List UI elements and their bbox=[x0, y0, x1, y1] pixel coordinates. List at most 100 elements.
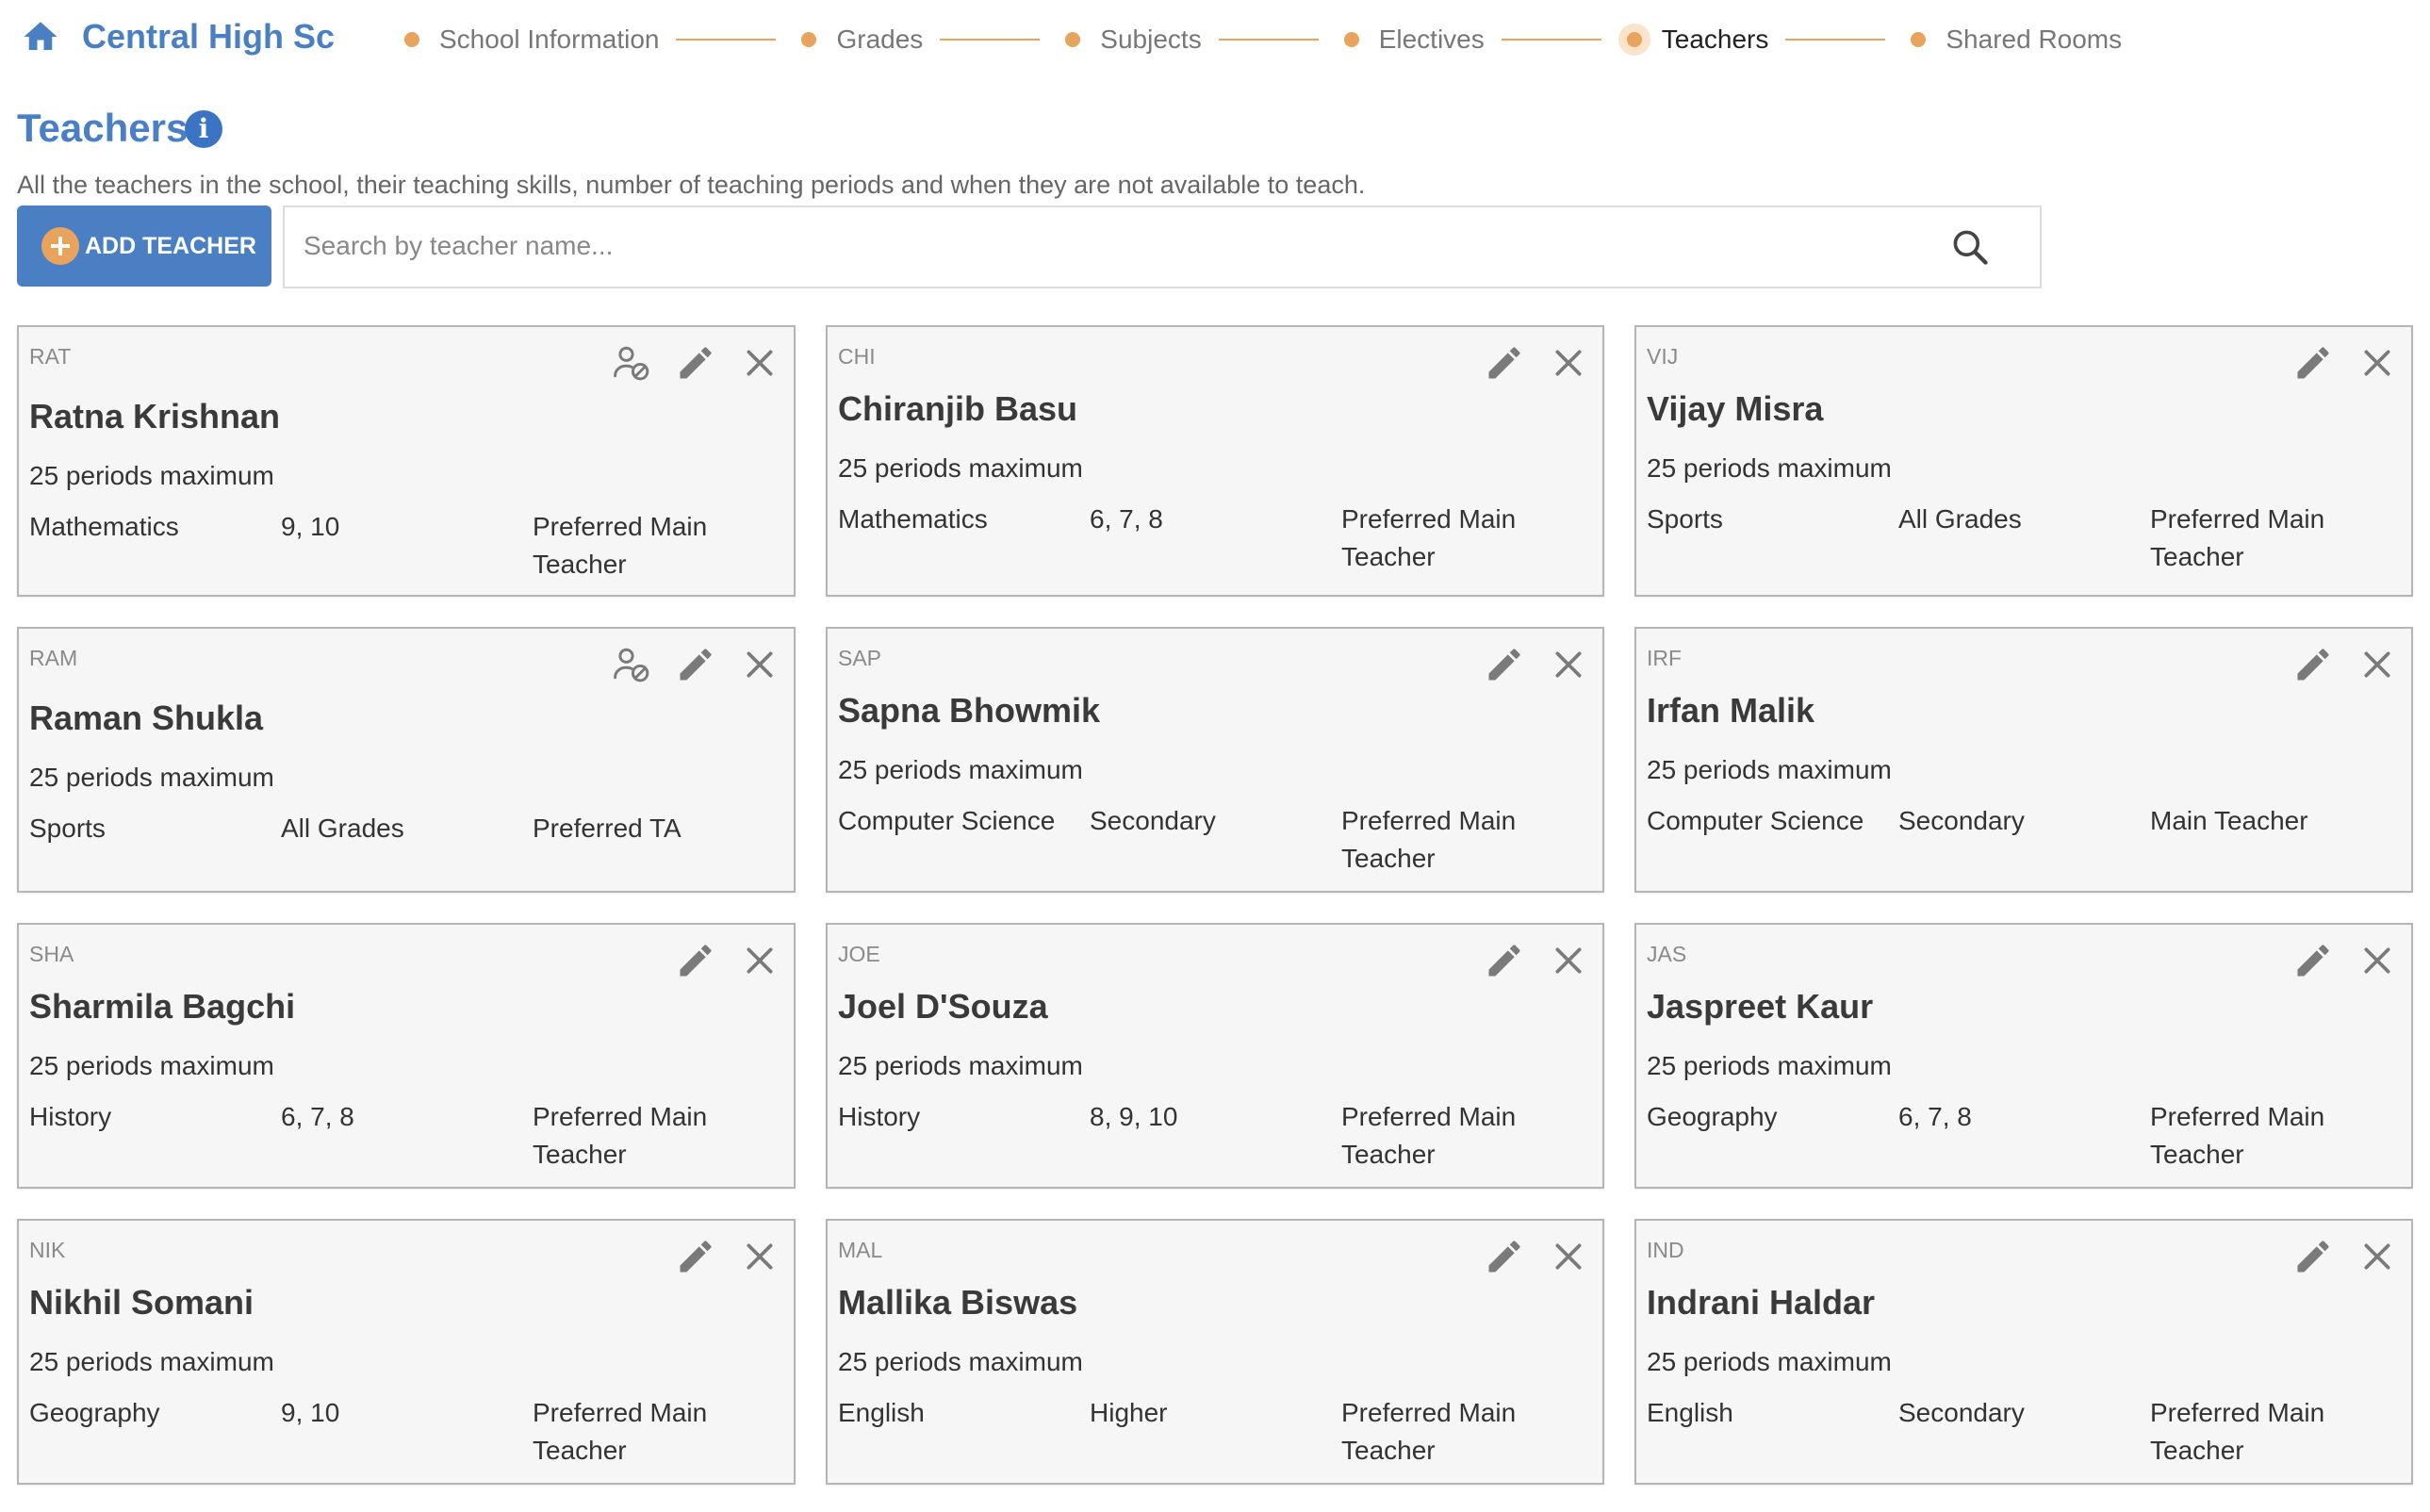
edit-teacher-button[interactable] bbox=[673, 938, 718, 983]
add-teacher-button[interactable]: ADD TEACHER bbox=[17, 205, 271, 287]
teacher-code: JAS bbox=[1647, 942, 1687, 966]
info-icon[interactable]: i bbox=[185, 110, 222, 148]
teacher-role: Preferred TA bbox=[533, 814, 681, 843]
teacher-card-irf[interactable]: IRF Irfan Malik 25 periods maximum Compu… bbox=[1634, 627, 2413, 893]
close-icon bbox=[2364, 947, 2390, 974]
teacher-grades: 6, 7, 8 bbox=[281, 1102, 354, 1131]
edit-teacher-button[interactable] bbox=[1482, 642, 1527, 687]
delete-teacher-button[interactable] bbox=[737, 642, 782, 687]
close-icon bbox=[1555, 651, 1582, 678]
teacher-code: SAP bbox=[838, 646, 882, 670]
teacher-card-ind[interactable]: IND Indrani Haldar 25 periods maximum En… bbox=[1634, 1219, 2413, 1485]
edit-teacher-button[interactable] bbox=[2290, 340, 2336, 386]
edit-teacher-button[interactable] bbox=[673, 1234, 718, 1279]
close-icon bbox=[747, 1243, 773, 1270]
edit-teacher-button[interactable] bbox=[2290, 642, 2336, 687]
teacher-card-vij[interactable]: VIJ Vijay Misra 25 periods maximum Sport… bbox=[1634, 325, 2413, 597]
step-dot-active bbox=[1617, 24, 1650, 56]
teacher-role: Preferred Main Teacher bbox=[533, 1398, 708, 1465]
teacher-card-jas[interactable]: JAS Jaspreet Kaur 25 periods maximum Geo… bbox=[1634, 923, 2413, 1189]
step-subjects[interactable]: Subjects bbox=[1057, 24, 1202, 56]
availability-button[interactable] bbox=[609, 340, 654, 386]
edit-teacher-button[interactable] bbox=[1482, 1234, 1527, 1279]
teacher-card-chi[interactable]: CHI Chiranjib Basu 25 periods maximum Ma… bbox=[826, 325, 1604, 597]
pencil-icon bbox=[1488, 347, 1520, 379]
step-connector bbox=[1785, 39, 1886, 41]
teacher-name: Jaspreet Kaur bbox=[1647, 987, 1874, 1026]
home-icon[interactable] bbox=[19, 17, 62, 57]
teacher-code: CHI bbox=[838, 344, 876, 369]
delete-teacher-button[interactable] bbox=[2355, 642, 2400, 687]
teacher-periods: 25 periods maximum bbox=[1647, 453, 1892, 483]
teacher-subject: History bbox=[29, 1102, 112, 1131]
close-icon bbox=[2364, 651, 2390, 678]
pencil-icon bbox=[680, 1241, 712, 1273]
teacher-grades: Secondary bbox=[1898, 1398, 2025, 1427]
teacher-role: Preferred Main Teacher bbox=[2150, 504, 2325, 571]
step-connector bbox=[1501, 39, 1601, 41]
delete-teacher-button[interactable] bbox=[2355, 1234, 2400, 1279]
delete-teacher-button[interactable] bbox=[737, 1234, 782, 1279]
step-label: Electives bbox=[1378, 25, 1485, 54]
step-electives[interactable]: Electives bbox=[1336, 24, 1485, 56]
teacher-role: Preferred Main Teacher bbox=[1341, 806, 1517, 873]
teacher-role: Main Teacher bbox=[2150, 806, 2308, 835]
close-icon bbox=[1555, 947, 1582, 974]
close-icon bbox=[747, 350, 773, 376]
delete-teacher-button[interactable] bbox=[737, 340, 782, 386]
teacher-name: Irfan Malik bbox=[1647, 691, 1815, 730]
card-actions bbox=[2272, 1234, 2400, 1279]
delete-teacher-button[interactable] bbox=[2355, 938, 2400, 983]
teacher-code: VIJ bbox=[1647, 344, 1679, 369]
pencil-icon bbox=[1488, 1241, 1520, 1273]
teacher-card-mal[interactable]: MAL Mallika Biswas 25 periods maximum En… bbox=[826, 1219, 1604, 1485]
teacher-code: JOE bbox=[838, 942, 880, 966]
delete-teacher-button[interactable] bbox=[737, 938, 782, 983]
step-teachers[interactable]: Teachers bbox=[1617, 24, 1768, 56]
step-school-information[interactable]: School Information bbox=[396, 24, 659, 56]
teacher-card-nik[interactable]: NIK Nikhil Somani 25 periods maximum Geo… bbox=[17, 1219, 796, 1485]
search-input[interactable] bbox=[302, 217, 1964, 275]
step-dot bbox=[1902, 24, 1934, 56]
edit-teacher-button[interactable] bbox=[2290, 1234, 2336, 1279]
step-label: School Information bbox=[439, 25, 660, 54]
teacher-periods: 25 periods maximum bbox=[838, 755, 1083, 784]
teacher-card-rat[interactable]: RAT Ratna Krishnan 25 periods maximum Ma… bbox=[17, 325, 796, 597]
teacher-code: RAM bbox=[29, 646, 78, 670]
delete-teacher-button[interactable] bbox=[1546, 642, 1591, 687]
edit-teacher-button[interactable] bbox=[1482, 938, 1527, 983]
teacher-code: MAL bbox=[838, 1238, 883, 1262]
delete-teacher-button[interactable] bbox=[1546, 938, 1591, 983]
teacher-periods: 25 periods maximum bbox=[838, 1051, 1083, 1080]
search-icon[interactable] bbox=[1949, 226, 1991, 268]
pencil-icon bbox=[680, 649, 712, 681]
teacher-grades: Secondary bbox=[1898, 806, 2025, 835]
availability-button[interactable] bbox=[609, 642, 654, 687]
delete-teacher-button[interactable] bbox=[2355, 340, 2400, 386]
card-actions bbox=[654, 1234, 782, 1279]
pencil-icon bbox=[680, 945, 712, 977]
edit-teacher-button[interactable] bbox=[673, 642, 718, 687]
step-dot bbox=[1336, 24, 1368, 56]
teacher-name: Raman Shukla bbox=[29, 698, 264, 737]
card-actions bbox=[590, 642, 782, 687]
teacher-card-sap[interactable]: SAP Sapna Bhowmik 25 periods maximum Com… bbox=[826, 627, 1604, 893]
card-actions bbox=[1463, 1234, 1591, 1279]
teacher-card-joe[interactable]: JOE Joel D'Souza 25 periods maximum Hist… bbox=[826, 923, 1604, 1189]
edit-teacher-button[interactable] bbox=[2290, 938, 2336, 983]
edit-teacher-button[interactable] bbox=[673, 340, 718, 386]
step-grades[interactable]: Grades bbox=[793, 24, 923, 56]
step-dot bbox=[396, 24, 428, 56]
teacher-grades: 9, 10 bbox=[281, 1398, 340, 1427]
teacher-periods: 25 periods maximum bbox=[1647, 1347, 1892, 1376]
teacher-card-ram[interactable]: RAM Raman Shukla 25 periods maximum Spor… bbox=[17, 627, 796, 893]
delete-teacher-button[interactable] bbox=[1546, 340, 1591, 386]
teacher-card-sha[interactable]: SHA Sharmila Bagchi 25 periods maximum H… bbox=[17, 923, 796, 1189]
teacher-role: Preferred Main Teacher bbox=[1341, 504, 1517, 571]
edit-teacher-button[interactable] bbox=[1482, 340, 1527, 386]
step-connector bbox=[1218, 39, 1319, 41]
delete-teacher-button[interactable] bbox=[1546, 1234, 1591, 1279]
step-shared-rooms[interactable]: Shared Rooms bbox=[1902, 24, 2122, 56]
pencil-icon bbox=[680, 347, 712, 379]
school-name[interactable]: Central High Sc bbox=[82, 17, 335, 57]
